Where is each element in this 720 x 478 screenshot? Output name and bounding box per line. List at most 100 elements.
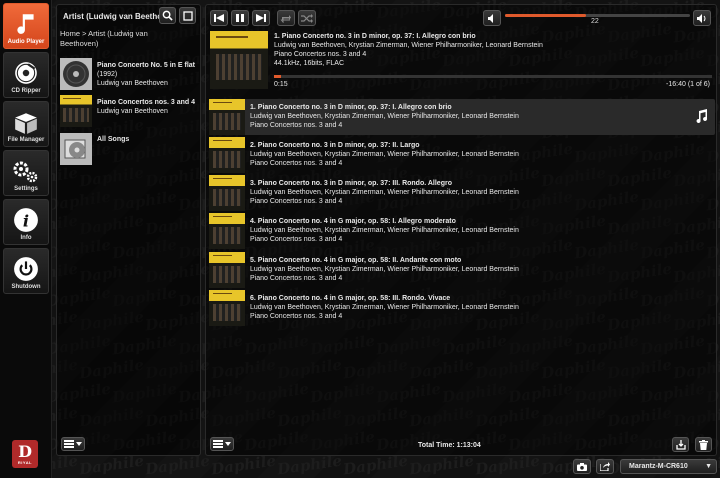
album-item[interactable]: Piano Concerto No. 5 in E flat major (19… bbox=[60, 58, 200, 90]
now-playing-album: Piano Concertos nos. 3 and 4 bbox=[274, 51, 367, 58]
playlist-item[interactable]: 5. Piano Concerto no. 4 in G major, op. … bbox=[209, 252, 715, 288]
next-button[interactable] bbox=[252, 10, 270, 26]
sidebar-item-audio-player[interactable]: Audio Player bbox=[3, 3, 49, 49]
camera-button[interactable] bbox=[573, 459, 591, 474]
sidebar-item-info[interactable]: i Info bbox=[3, 199, 49, 245]
now-playing-format: 44.1kHz, 16bits, FLAC bbox=[274, 60, 345, 67]
sidebar-item-file-manager[interactable]: File Manager bbox=[3, 101, 49, 147]
shuffle-icon bbox=[301, 13, 313, 23]
library-view-dropdown[interactable] bbox=[61, 437, 85, 451]
library-panel: Artist (Ludwig van Beethoven) Home > Art… bbox=[56, 4, 201, 456]
album-title: Piano Concertos nos. 3 and 4 bbox=[97, 99, 196, 106]
previous-button[interactable] bbox=[210, 10, 228, 26]
sidebar-item-label: File Manager bbox=[7, 137, 45, 143]
breadcrumb[interactable]: Home > Artist (Ludwig van Beethoven) bbox=[60, 29, 164, 49]
playlist-item[interactable]: 2. Piano Concerto no. 3 in D minor, op. … bbox=[209, 137, 715, 173]
power-icon bbox=[14, 257, 38, 281]
cd-disc-icon bbox=[60, 58, 92, 90]
all-songs-label: All Songs bbox=[97, 136, 130, 143]
track-album: Piano Concertos nos. 3 and 4 bbox=[250, 236, 343, 243]
device-select-value: Marantz-M-CR610 bbox=[629, 463, 688, 470]
now-playing-cover bbox=[210, 31, 268, 89]
track-cover bbox=[209, 290, 245, 326]
now-playing-info: 1. Piano Concerto no. 3 in D minor, op. … bbox=[274, 32, 674, 68]
seek-bar-fill bbox=[274, 75, 281, 78]
speaker-icon bbox=[487, 13, 493, 23]
track-title: 2. Piano Concerto no. 3 in D minor, op. … bbox=[250, 142, 420, 149]
album-cover bbox=[60, 95, 92, 127]
square-icon bbox=[182, 10, 193, 21]
info-icon: i bbox=[14, 208, 38, 232]
caret-down-icon bbox=[225, 442, 231, 446]
track-album: Piano Concertos nos. 3 and 4 bbox=[250, 160, 343, 167]
all-songs-item[interactable]: All Songs bbox=[60, 133, 200, 165]
sidebar-item-label: Audio Player bbox=[7, 39, 45, 45]
sidebar-item-label: Settings bbox=[14, 186, 38, 192]
sidebar: Audio Player CD Ripper File Manager Sett… bbox=[0, 0, 52, 478]
track-cover bbox=[209, 213, 245, 249]
track-artists: Ludwig van Beethoven, Krystian Zimerman,… bbox=[250, 113, 519, 120]
volume-value: 22 bbox=[591, 18, 599, 25]
save-icon bbox=[675, 439, 686, 450]
share-icon bbox=[600, 462, 610, 471]
seek-bar[interactable] bbox=[274, 75, 712, 78]
sidebar-item-label: Shutdown bbox=[11, 284, 41, 290]
library-title: Artist (Ludwig van Beethoven) bbox=[63, 12, 161, 21]
track-album: Piano Concertos nos. 3 and 4 bbox=[250, 122, 343, 129]
clear-playlist-button[interactable] bbox=[695, 437, 712, 452]
elapsed-time: 0:15 bbox=[274, 81, 288, 88]
sidebar-item-shutdown[interactable]: Shutdown bbox=[3, 248, 49, 294]
skip-back-icon bbox=[214, 14, 224, 22]
gears-icon bbox=[13, 161, 38, 183]
music-note-icon bbox=[17, 14, 34, 34]
volume-slider[interactable] bbox=[505, 14, 690, 17]
track-title: 5. Piano Concerto no. 4 in G major, op. … bbox=[250, 257, 462, 264]
playlist-item[interactable]: 3. Piano Concerto no. 3 in D minor, op. … bbox=[209, 175, 715, 211]
share-button[interactable] bbox=[596, 459, 614, 474]
remaining-time: -16:40 (1 of 6) bbox=[666, 81, 710, 88]
album-title: Piano Concerto No. 5 in E flat major bbox=[97, 62, 197, 69]
track-title: 4. Piano Concerto no. 4 in G major, op. … bbox=[250, 218, 456, 225]
device-select[interactable]: Marantz-M-CR610 ▼ bbox=[620, 459, 717, 474]
search-icon bbox=[162, 10, 173, 21]
trash-icon bbox=[699, 439, 708, 450]
cd-stack-icon bbox=[60, 133, 92, 165]
caret-down-icon bbox=[76, 442, 82, 446]
volume-down-button[interactable] bbox=[483, 10, 501, 26]
track-artists: Ludwig van Beethoven, Krystian Zimerman,… bbox=[250, 227, 519, 234]
album-artist: Ludwig van Beethoven bbox=[97, 108, 168, 115]
playlist-item[interactable]: 6. Piano Concerto no. 4 in G major, op. … bbox=[209, 290, 715, 326]
track-cover bbox=[209, 137, 245, 173]
now-playing-title: 1. Piano Concerto no. 3 in D minor, op. … bbox=[274, 33, 476, 40]
track-artists: Ludwig van Beethoven, Krystian Zimerman,… bbox=[250, 151, 519, 158]
skip-forward-icon bbox=[256, 14, 266, 22]
speaker-loud-icon bbox=[696, 13, 705, 23]
search-button[interactable] bbox=[159, 7, 176, 24]
track-album: Piano Concertos nos. 3 and 4 bbox=[250, 198, 343, 205]
playlist-item[interactable]: 1. Piano Concerto no. 3 in D minor, op. … bbox=[209, 99, 715, 135]
now-playing-note-icon bbox=[696, 109, 708, 123]
save-playlist-button[interactable] bbox=[672, 437, 689, 452]
app-logo: D RIYAL bbox=[12, 440, 38, 468]
track-album: Piano Concertos nos. 3 and 4 bbox=[250, 313, 343, 320]
list-view-icon bbox=[64, 440, 74, 448]
select-mode-button[interactable] bbox=[179, 7, 196, 24]
sidebar-item-label: CD Ripper bbox=[11, 88, 41, 94]
camera-icon bbox=[577, 462, 587, 471]
playlist-view-dropdown[interactable] bbox=[210, 437, 234, 451]
sidebar-item-cd-ripper[interactable]: CD Ripper bbox=[3, 52, 49, 98]
caret-down-icon: ▼ bbox=[705, 463, 712, 470]
track-title: 6. Piano Concerto no. 4 in G major, op. … bbox=[250, 295, 451, 302]
track-cover bbox=[209, 99, 245, 135]
box-icon bbox=[15, 113, 37, 134]
volume-up-button[interactable] bbox=[693, 10, 711, 26]
pause-button[interactable] bbox=[231, 10, 249, 26]
pause-icon bbox=[236, 14, 244, 22]
repeat-icon bbox=[280, 14, 291, 23]
cd-icon bbox=[15, 62, 37, 84]
album-item[interactable]: Piano Concertos nos. 3 and 4 Ludwig van … bbox=[60, 95, 200, 127]
repeat-button[interactable] bbox=[277, 10, 295, 26]
playlist-item[interactable]: 4. Piano Concerto no. 4 in G major, op. … bbox=[209, 213, 715, 249]
shuffle-button[interactable] bbox=[298, 10, 316, 26]
sidebar-item-settings[interactable]: Settings bbox=[3, 150, 49, 196]
